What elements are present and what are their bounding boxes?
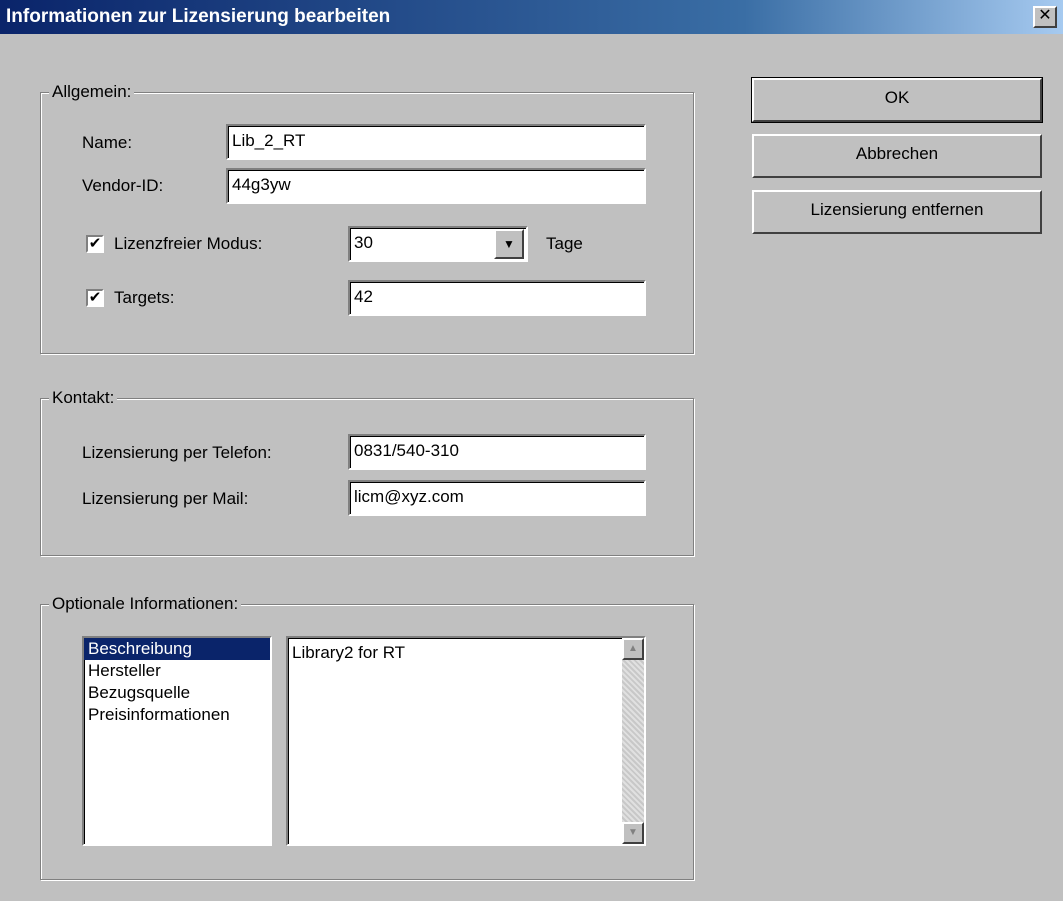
targets-input[interactable]: 42 [348,280,646,316]
mail-label: Lizensierung per Mail: [82,489,249,508]
contact-group: Kontakt: [40,387,694,556]
remove-licensing-button[interactable]: Lizensierung entfernen [752,190,1042,234]
license-free-days-value: 30 [354,233,373,252]
mail-input[interactable]: licm@xyz.com [348,480,646,516]
targets-checkbox[interactable]: ✔ [86,289,104,307]
vendor-id-input[interactable]: 44g3yw [226,168,646,204]
close-button[interactable]: ✕ [1033,6,1057,28]
dropdown-button[interactable]: ▼ [494,229,524,259]
close-icon: ✕ [1038,7,1052,24]
cancel-button[interactable]: Abbrechen [752,134,1042,178]
list-item[interactable]: Hersteller [84,660,270,682]
optional-info-legend: Optionale Informationen: [49,593,242,615]
targets-label: Targets: [114,288,175,307]
license-free-mode-label: Lizenzfreier Modus: [114,234,263,253]
days-unit-label: Tage [546,234,583,253]
title-bar: Informationen zur Lizensierung bearbeite… [0,0,1063,34]
ok-button[interactable]: OK [751,77,1043,123]
window-title: Informationen zur Lizensierung bearbeite… [6,6,391,27]
scroll-down-button[interactable]: ▼ [622,822,644,844]
check-icon: ✔ [88,235,102,252]
info-text: Library2 for RT [292,643,406,662]
phone-label: Lizensierung per Telefon: [82,443,272,462]
name-label: Name: [82,133,133,152]
scroll-up-button[interactable]: ▲ [622,638,644,660]
contact-legend: Kontakt: [49,387,118,409]
name-input[interactable]: Lib_2_RT [226,124,646,160]
scroll-down-icon: ▼ [628,827,638,838]
phone-input[interactable]: 0831/540-310 [348,434,646,470]
list-item[interactable]: Preisinformationen [84,704,270,726]
scrollbar[interactable]: ▲ ▼ [622,638,644,844]
general-legend: Allgemein: [49,81,135,103]
chevron-down-icon: ▼ [503,237,515,251]
info-text-area[interactable]: Library2 for RT ▲ ▼ [286,636,646,846]
check-icon: ✔ [88,289,102,306]
license-free-mode-checkbox[interactable]: ✔ [86,235,104,253]
list-item[interactable]: Bezugsquelle [84,682,270,704]
info-category-list[interactable]: Beschreibung Hersteller Bezugsquelle Pre… [82,636,272,846]
scroll-up-icon: ▲ [628,643,638,654]
list-item[interactable]: Beschreibung [84,638,270,660]
vendor-id-label: Vendor-ID: [82,176,164,195]
